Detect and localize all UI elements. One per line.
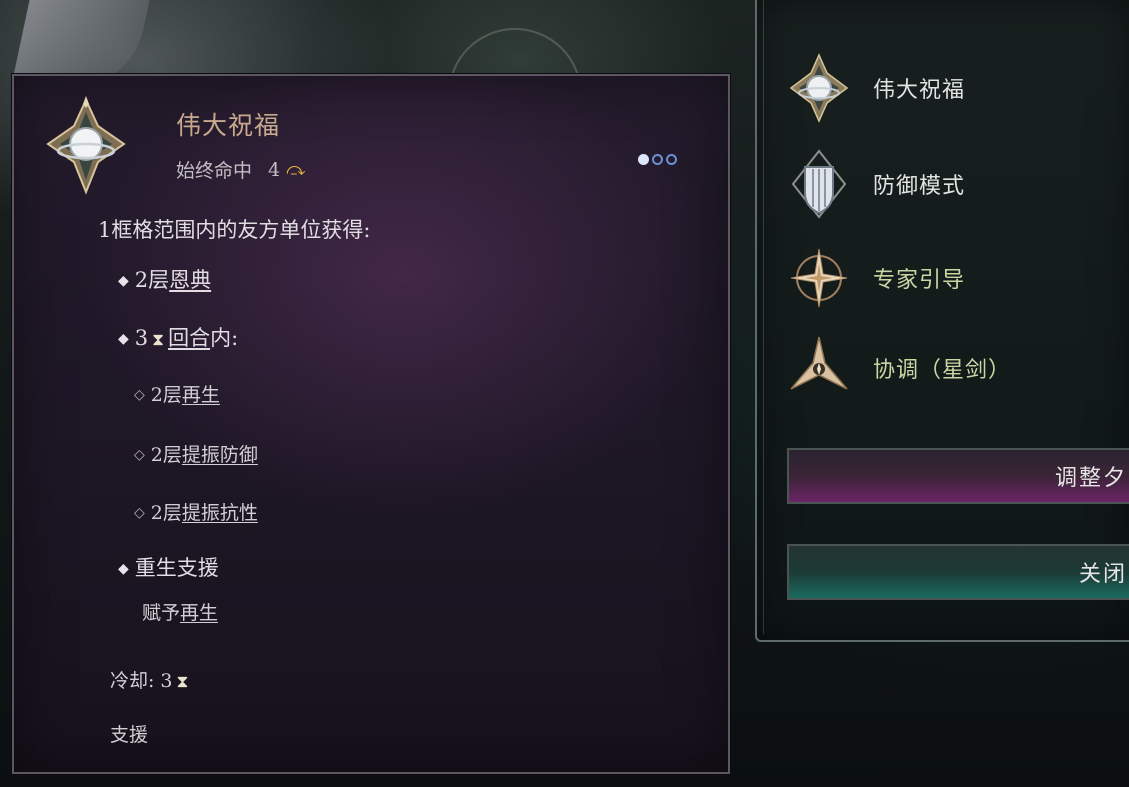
effect-grace: ◆ 2层恩典 (118, 264, 211, 294)
defense-prefix: 2层 (150, 444, 182, 466)
skill-tooltip: 伟大祝福 始终命中 4 ⤼ 1框格范围内的友方单位获得: ◆ 2层恩典 ◆ 3 ⧗ 回合… (12, 74, 730, 774)
charge-pip-filled (638, 154, 649, 165)
hit-type-label: 始终命中 (176, 160, 253, 182)
effect-turns: ◆ 3 ⧗ 回合内: (118, 322, 238, 352)
skill-label-coordination-star-sword: 协调（星剑） (873, 358, 1012, 383)
range-value: 4 (268, 158, 281, 181)
effect-rebirth-support: ◆ 重生支援 (118, 552, 219, 582)
diamond-bullet-icon: ◆ (118, 273, 129, 289)
resistance-prefix: 2层 (150, 502, 182, 524)
hollow-diamond-bullet-icon: ◇ (134, 447, 145, 463)
turns-number: 3 (134, 326, 149, 350)
regen-keyword-link[interactable]: 再生 (182, 384, 220, 406)
range-arc-icon: ⤼ (286, 159, 306, 180)
close-button[interactable]: 关闭 (787, 544, 1129, 600)
skill-item-coordination-star-sword[interactable]: 协调（星剑） (787, 330, 1107, 406)
charge-pip-empty (666, 154, 677, 165)
diamond-bullet-icon: ◆ (118, 331, 129, 347)
skill-item-expert-guidance[interactable]: 专家引导 (787, 240, 1107, 316)
charge-pip-empty (652, 154, 663, 165)
rebirth-prefix: 赋予 (142, 602, 181, 624)
sun-blessing-icon (46, 96, 126, 196)
tooltip-title: 伟大祝福 (176, 111, 281, 140)
grace-keyword-link[interactable]: 恩典 (169, 268, 211, 292)
skill-label-expert-guidance: 专家引导 (873, 268, 966, 293)
cooldown-row: 冷却: 3 ⧗ (110, 666, 192, 693)
sun-blessing-icon (787, 53, 851, 123)
effect-intro: 1框格范围内的友方单位获得: (98, 218, 371, 242)
hourglass-icon: ⧗ (176, 672, 189, 692)
effect-boost-defense: ◇ 2层提振防御 (134, 440, 258, 467)
turns-keyword-link[interactable]: 回合 (168, 326, 210, 350)
adjust-button[interactable]: 调整夕 (787, 448, 1129, 504)
hourglass-icon: ⧗ (152, 330, 165, 350)
regen-prefix: 2层 (150, 384, 182, 406)
skill-label-great-blessing: 伟大祝福 (873, 78, 966, 103)
close-button-label: 关闭 (1078, 562, 1127, 587)
adjust-button-label: 调整夕 (1054, 466, 1127, 491)
tooltip-subtitle-row: 始终命中 4 ⤼ (176, 156, 305, 183)
defense-keyword-link[interactable]: 提振防御 (182, 444, 258, 466)
cooldown-label: 冷却: (110, 670, 155, 692)
rebirth-description: 赋予再生 (142, 598, 218, 625)
resistance-keyword-link[interactable]: 提振抗性 (182, 502, 258, 524)
charges-indicator (638, 154, 677, 165)
effect-boost-resistance: ◇ 2层提振抗性 (134, 498, 258, 525)
skill-label-defense-mode: 防御模式 (873, 174, 966, 199)
effect-regen: ◇ 2层再生 (134, 380, 220, 407)
skill-item-defense-mode[interactable]: 防御模式 (787, 146, 1107, 222)
grace-prefix: 2层 (134, 268, 170, 292)
shield-mode-icon (787, 149, 851, 219)
cooldown-value: 3 (160, 670, 173, 692)
skill-category: 支援 (110, 724, 149, 746)
star-sword-icon (787, 336, 851, 400)
rebirth-regen-link[interactable]: 再生 (180, 602, 218, 624)
diamond-bullet-icon: ◆ (118, 561, 129, 577)
hollow-diamond-bullet-icon: ◇ (134, 505, 145, 521)
skill-item-great-blessing[interactable]: 伟大祝福 (787, 50, 1107, 126)
compass-star-icon (787, 246, 851, 310)
hollow-diamond-bullet-icon: ◇ (134, 387, 145, 403)
rebirth-title: 重生支援 (134, 556, 219, 580)
turns-suffix: 内: (210, 326, 239, 350)
